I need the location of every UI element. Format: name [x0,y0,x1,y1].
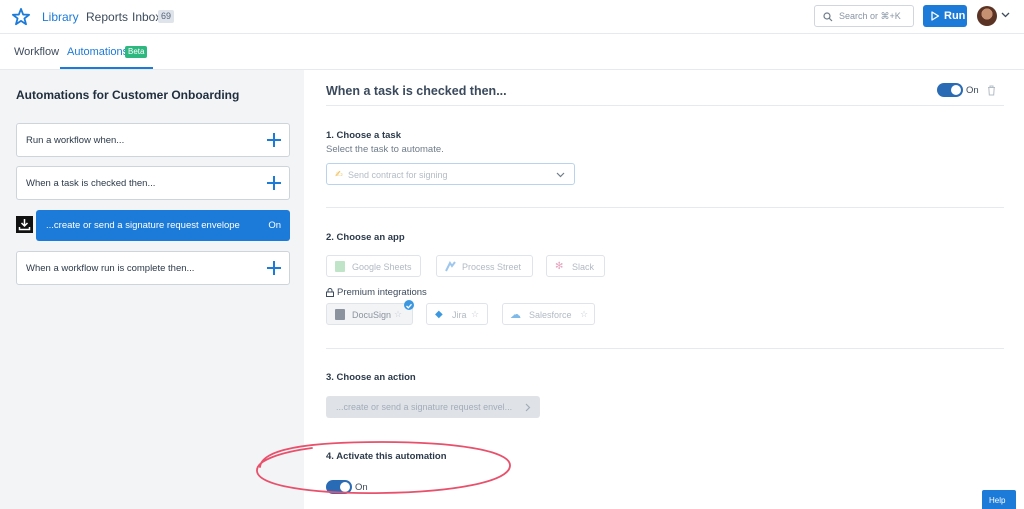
docusign-icon [335,309,345,320]
avatar[interactable] [977,6,997,26]
app-docusign[interactable]: DocuSign ☆ [326,303,413,325]
automation-card-signature-envelope[interactable]: ...create or send a signature request en… [36,210,290,241]
action-select-value: ...create or send a signature request en… [336,402,513,412]
action-select[interactable]: ...create or send a signature request en… [326,396,540,418]
card-label: When a task is checked then... [26,178,156,189]
card-status: On [268,220,281,231]
search-placeholder: Search or ⌘+K [839,11,901,21]
nav-reports[interactable]: Reports [86,10,128,24]
card-label: When a workflow run is complete then... [26,263,195,274]
logo-star-icon[interactable] [12,7,30,27]
card-label: Run a workflow when... [26,135,125,146]
task-select[interactable]: ✍ Send contract for signing [326,163,575,185]
beta-badge: Beta [125,46,148,58]
divider [326,207,1004,208]
app-jira[interactable]: ◆ Jira ☆ [426,303,488,325]
selected-check-icon [404,300,414,310]
automation-toggle[interactable] [937,83,963,97]
app-google-sheets[interactable]: Google Sheets [326,255,421,277]
search-icon [823,12,833,22]
automation-card-run-complete[interactable]: When a workflow run is complete then... [16,251,290,285]
star-icon: ☆ [394,309,403,319]
chevron-right-icon [525,403,531,412]
app-label: Process Street [462,262,522,272]
play-icon [931,11,940,21]
step-3-heading: 3. Choose an action [326,372,416,383]
plus-icon[interactable] [267,261,281,275]
step-1-heading: 1. Choose a task [326,130,401,141]
google-sheets-icon [335,261,345,272]
run-label: Run [944,10,966,22]
app-label: DocuSign [352,310,392,320]
divider [326,348,1004,349]
app-label: Slack [572,262,595,272]
automation-card-run-workflow[interactable]: Run a workflow when... [16,123,290,157]
star-icon: ☆ [471,309,480,319]
panel-title: Automations for Customer Onboarding [16,88,240,102]
tab-workflow[interactable]: Workflow [14,46,59,58]
pen-icon: ✍ [335,169,343,179]
chevron-down-icon [556,172,565,178]
app-label: Jira [452,310,467,320]
help-button[interactable]: Help [982,490,1016,509]
active-tab-indicator [60,67,153,69]
lock-icon [326,288,334,297]
toggle-label: On [966,85,979,96]
highlight-annotation-ellipse [256,441,511,494]
top-navigation: Library Reports Inbox 69 Search or ⌘+K R… [0,0,1024,34]
process-street-icon [445,261,456,272]
task-select-value: Send contract for signing [348,170,448,180]
card-label: ...create or send a signature request en… [46,220,240,231]
jira-icon: ◆ [435,309,443,320]
chevron-down-icon[interactable] [1001,12,1010,18]
app-label: Salesforce [529,310,572,320]
app-slack[interactable]: ✻ Slack [546,255,605,277]
automation-card-task-checked[interactable]: When a task is checked then... [16,166,290,200]
trash-icon[interactable] [987,85,996,96]
nav-inbox[interactable]: Inbox [132,10,161,24]
help-label: Help [989,496,1006,505]
app-label: Google Sheets [352,262,412,272]
detail-title: When a task is checked then... [326,84,507,98]
premium-label-text: Premium integrations [337,287,427,298]
docusign-download-icon [16,216,33,233]
app-salesforce[interactable]: ☁ Salesforce ☆ [502,303,595,325]
divider [326,105,1004,106]
step-2-heading: 2. Choose an app [326,232,405,243]
star-icon: ☆ [580,309,589,319]
plus-icon[interactable] [267,176,281,190]
run-button[interactable]: Run [923,5,967,27]
tab-automations[interactable]: Automations [67,46,128,58]
inbox-count-badge: 69 [158,10,175,23]
slack-icon: ✻ [555,261,564,272]
tab-bar: Workflow Automations Beta [0,34,1024,70]
nav-library[interactable]: Library [42,10,79,24]
plus-icon[interactable] [267,133,281,147]
salesforce-cloud-icon: ☁ [510,309,521,321]
app-process-street[interactable]: Process Street [436,255,533,277]
step-1-subtitle: Select the task to automate. [326,144,444,155]
search-input[interactable]: Search or ⌘+K [814,5,914,27]
